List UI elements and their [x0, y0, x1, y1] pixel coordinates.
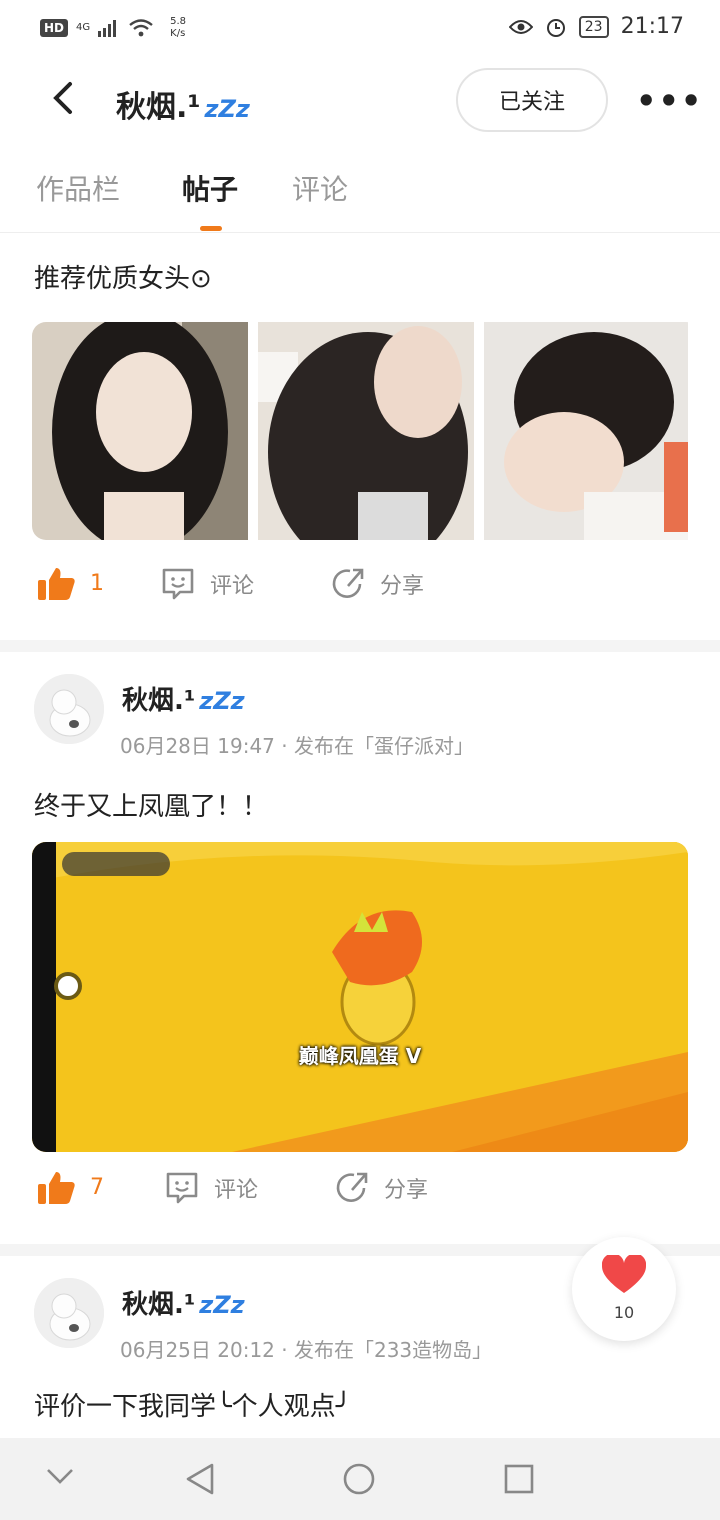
thumbs-up-icon [38, 1172, 75, 1204]
system-nav-bar [0, 1438, 720, 1520]
following-button[interactable]: 已关注 [456, 68, 608, 132]
post-source[interactable]: · 发布在「233造物岛」 [281, 1338, 492, 1362]
tab-bar: 作品栏 帖子 评论 [0, 160, 720, 233]
post-actions: 1 评论 分享 [0, 566, 720, 626]
avatar[interactable] [34, 674, 104, 744]
post-source[interactable]: · 发布在「蛋仔派对」 [281, 734, 474, 758]
post-photo-2[interactable] [258, 322, 474, 540]
profile-username: 秋烟.¹ zZz [116, 90, 250, 125]
nav-collapse-icon[interactable] [46, 1468, 74, 1486]
share-label: 分享 [384, 1178, 429, 1203]
thumbs-up-icon [38, 568, 75, 600]
tab-posts[interactable]: 帖子 [182, 168, 238, 208]
share-icon [336, 1172, 368, 1202]
sleep-badge: zZz [199, 1291, 245, 1319]
share-icon [332, 568, 364, 598]
post-date: 06月25日 20:12 [120, 1338, 275, 1362]
comment-button[interactable]: 评论 [160, 566, 254, 602]
status-bar: HD 4G 5.8 K/s 23 21:17 [0, 0, 720, 56]
wifi-icon [129, 19, 153, 37]
post-text: 终于又上凤凰了！！ [34, 792, 269, 822]
like-button[interactable]: 1 [38, 566, 104, 600]
hd-indicator: HD [40, 19, 69, 37]
sleep-badge: zZz [204, 95, 250, 123]
comment-icon [166, 1172, 198, 1204]
tab-indicator [200, 226, 222, 231]
comment-label: 评论 [210, 574, 255, 599]
more-options-icon[interactable]: ••• [636, 82, 703, 120]
post-meta: 06月28日 19:47 · 发布在「蛋仔派对」 [120, 730, 474, 759]
like-count: 7 [90, 1174, 104, 1200]
post-text: 评价一下我同学╰个人观点╯ [34, 1392, 352, 1422]
post-photo-3[interactable] [484, 322, 700, 540]
floating-like-button[interactable]: 10 [572, 1237, 676, 1341]
avatar[interactable] [34, 1278, 104, 1348]
comment-label: 评论 [214, 1178, 259, 1203]
post-divider [0, 640, 720, 652]
profile-header: 秋烟.¹ zZz 已关注 ••• [0, 62, 720, 142]
share-button[interactable]: 分享 [330, 566, 424, 602]
battery-level: 23 [578, 15, 609, 38]
comment-button[interactable]: 评论 [164, 1170, 258, 1206]
like-count: 1 [90, 570, 104, 596]
network-type: 4G [76, 22, 91, 33]
heart-icon [602, 1255, 646, 1293]
tab-works[interactable]: 作品栏 [36, 168, 120, 208]
game-caption: 巅峰凤凰蛋 V [298, 1044, 422, 1068]
sleep-badge: zZz [199, 687, 245, 715]
author-name[interactable]: 秋烟.¹ zZz [122, 680, 245, 717]
tab-comments[interactable]: 评论 [292, 168, 348, 208]
post-actions: 7 评论 分享 [0, 1170, 720, 1230]
nav-home-icon[interactable] [342, 1462, 376, 1496]
share-button[interactable]: 分享 [334, 1170, 428, 1206]
clock: 21:17 [620, 14, 684, 39]
post-meta: 06月25日 20:12 · 发布在「233造物岛」 [120, 1334, 492, 1363]
comment-icon [162, 568, 194, 600]
alarm-icon [546, 18, 565, 37]
eye-icon [508, 19, 533, 34]
nav-recents-icon[interactable] [504, 1464, 534, 1494]
like-total: 10 [613, 1303, 635, 1322]
post-date: 06月28日 19:47 [120, 734, 275, 758]
post-photo-1[interactable] [32, 322, 248, 540]
game-screenshot[interactable]: 巅峰凤凰蛋 V [32, 842, 688, 1152]
speed-value: 5.8 [170, 16, 187, 27]
post-text: 推荐优质女头⊙ [34, 264, 212, 294]
nav-back-icon[interactable] [184, 1462, 216, 1496]
back-arrow-icon[interactable] [44, 78, 84, 118]
speed-unit: K/s [170, 28, 186, 39]
like-button[interactable]: 7 [38, 1170, 104, 1204]
share-label: 分享 [380, 574, 425, 599]
author-name[interactable]: 秋烟.¹ zZz [122, 1284, 245, 1321]
signal-icon [98, 20, 117, 37]
